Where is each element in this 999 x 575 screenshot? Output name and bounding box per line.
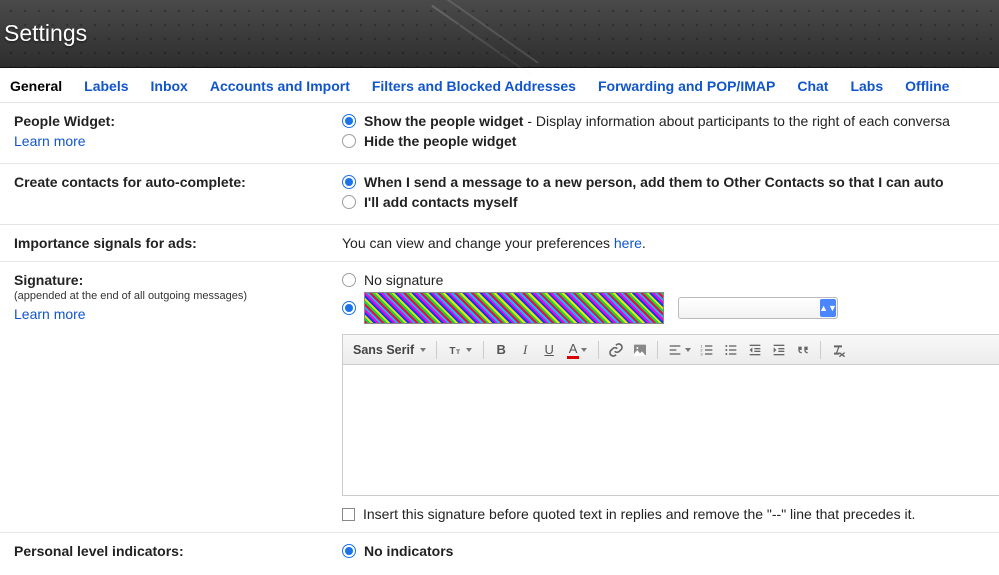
font-family-label: Sans Serif xyxy=(353,343,414,357)
section-importance: Importance signals for ads: You can view… xyxy=(0,225,999,262)
auto-complete-title: Create contacts for auto-complete: xyxy=(14,174,322,190)
indent-less-button[interactable] xyxy=(744,339,766,361)
people-widget-hide-label: Hide the people widget xyxy=(364,133,516,149)
importance-text-after: . xyxy=(642,235,646,251)
section-people-widget: People Widget: Learn more Show the peopl… xyxy=(0,103,999,164)
svg-text:3: 3 xyxy=(700,351,703,356)
signature-none-radio[interactable] xyxy=(342,273,356,287)
page-title: Settings xyxy=(4,20,87,47)
bold-button[interactable]: B xyxy=(490,339,512,361)
tab-offline[interactable]: Offline xyxy=(905,78,949,94)
tab-labels[interactable]: Labels xyxy=(84,78,128,94)
section-auto-complete: Create contacts for auto-complete: When … xyxy=(0,164,999,225)
importance-text-before: You can view and change your preferences xyxy=(342,235,614,251)
signature-identity-select[interactable]: ▲▼ xyxy=(678,297,838,319)
people-widget-show-text: Show the people widget - Display informa… xyxy=(364,113,950,129)
importance-link[interactable]: here xyxy=(614,235,642,251)
personal-level-title: Personal level indicators: xyxy=(14,543,322,559)
text-color-button[interactable]: A xyxy=(562,339,592,361)
svg-text:T: T xyxy=(449,346,455,357)
caret-down-icon xyxy=(466,348,472,352)
tab-general[interactable]: General xyxy=(10,78,62,94)
font-family-button[interactable]: Sans Serif xyxy=(349,343,430,357)
auto-complete-opt1-label: When I send a message to a new person, a… xyxy=(364,174,944,190)
tab-forwarding[interactable]: Forwarding and POP/IMAP xyxy=(598,78,775,94)
people-widget-title: People Widget: xyxy=(14,113,322,129)
align-button[interactable] xyxy=(664,339,694,361)
insert-before-checkbox[interactable] xyxy=(342,508,355,521)
people-widget-show-radio[interactable] xyxy=(342,114,356,128)
caret-down-icon xyxy=(420,348,426,352)
signature-identity-chip[interactable] xyxy=(364,292,664,324)
tab-chat[interactable]: Chat xyxy=(797,78,828,94)
svg-text:T: T xyxy=(456,349,460,356)
section-personal-level: Personal level indicators: No indicators xyxy=(0,533,999,573)
personal-level-none-label: No indicators xyxy=(364,543,453,559)
remove-formatting-button[interactable] xyxy=(827,339,849,361)
underline-button[interactable]: U xyxy=(538,339,560,361)
importance-title: Importance signals for ads: xyxy=(14,235,322,251)
settings-header: Settings xyxy=(0,0,999,68)
caret-down-icon xyxy=(581,348,587,352)
dropdown-arrow-icon: ▲▼ xyxy=(820,299,836,317)
signature-editor: Sans Serif TT B I U A xyxy=(342,334,999,496)
auto-complete-opt2-label: I'll add contacts myself xyxy=(364,194,518,210)
auto-complete-opt1-radio[interactable] xyxy=(342,175,356,189)
indent-more-button[interactable] xyxy=(768,339,790,361)
tab-labs[interactable]: Labs xyxy=(850,78,883,94)
caret-down-icon xyxy=(685,348,691,352)
tab-inbox[interactable]: Inbox xyxy=(151,78,188,94)
people-widget-show-label: Show the people widget xyxy=(364,113,523,129)
personal-level-none-radio[interactable] xyxy=(342,544,356,558)
signature-title: Signature: xyxy=(14,272,322,288)
image-button[interactable] xyxy=(629,339,651,361)
numbered-list-button[interactable]: 123 xyxy=(696,339,718,361)
bulleted-list-button[interactable] xyxy=(720,339,742,361)
people-widget-learn-more[interactable]: Learn more xyxy=(14,133,322,149)
auto-complete-opt2-radio[interactable] xyxy=(342,195,356,209)
insert-before-label: Insert this signature before quoted text… xyxy=(363,506,915,522)
people-widget-hide-radio[interactable] xyxy=(342,134,356,148)
signature-sub: (appended at the end of all outgoing mes… xyxy=(14,290,322,302)
signature-none-label: No signature xyxy=(364,272,443,288)
link-button[interactable] xyxy=(605,339,627,361)
italic-button[interactable]: I xyxy=(514,339,536,361)
signature-learn-more[interactable]: Learn more xyxy=(14,306,322,322)
settings-tabs: General Labels Inbox Accounts and Import… xyxy=(0,68,999,103)
signature-textarea[interactable] xyxy=(343,365,999,495)
quote-button[interactable] xyxy=(792,339,814,361)
signature-custom-radio[interactable] xyxy=(342,301,356,315)
font-size-button[interactable]: TT xyxy=(443,339,477,361)
tab-filters[interactable]: Filters and Blocked Addresses xyxy=(372,78,576,94)
editor-toolbar: Sans Serif TT B I U A xyxy=(343,335,999,365)
tab-accounts[interactable]: Accounts and Import xyxy=(210,78,350,94)
section-signature: Signature: (appended at the end of all o… xyxy=(0,262,999,533)
people-widget-show-desc: - Display information about participants… xyxy=(523,113,949,129)
